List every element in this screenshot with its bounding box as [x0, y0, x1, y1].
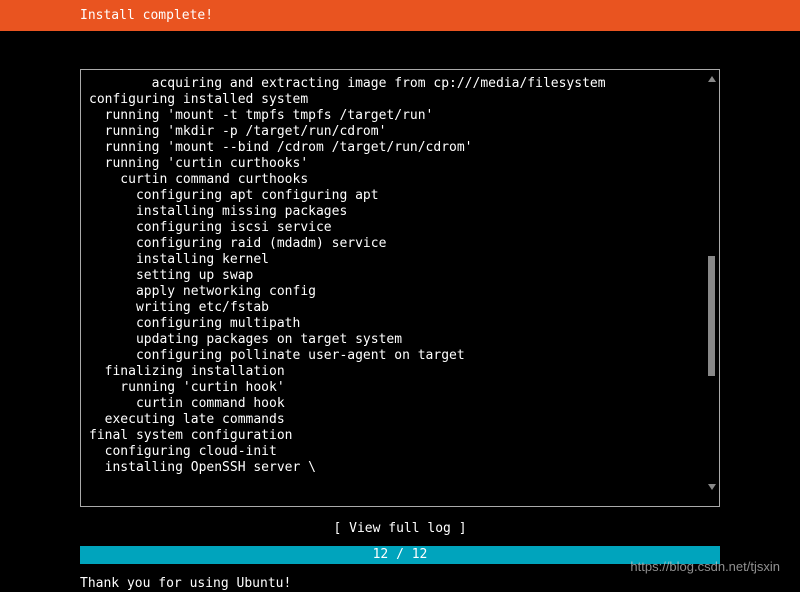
scrollbar[interactable]	[708, 76, 715, 490]
install-header: Install complete!	[0, 0, 800, 31]
header-title: Install complete!	[80, 8, 213, 23]
scroll-down-icon[interactable]	[708, 484, 716, 490]
log-box[interactable]: acquiring and extracting image from cp:/…	[80, 69, 720, 507]
log-lines: acquiring and extracting image from cp:/…	[89, 76, 711, 476]
progress-text: 12 / 12	[373, 547, 428, 562]
watermark: https://blog.csdn.net/tjsxin	[630, 559, 780, 574]
scroll-up-icon[interactable]	[708, 76, 716, 82]
scrollbar-thumb[interactable]	[708, 256, 715, 376]
view-full-log-button[interactable]: [ View full log ]	[80, 521, 720, 536]
content-area: acquiring and extracting image from cp:/…	[0, 31, 800, 536]
progress-bar: 12 / 12	[80, 546, 720, 564]
